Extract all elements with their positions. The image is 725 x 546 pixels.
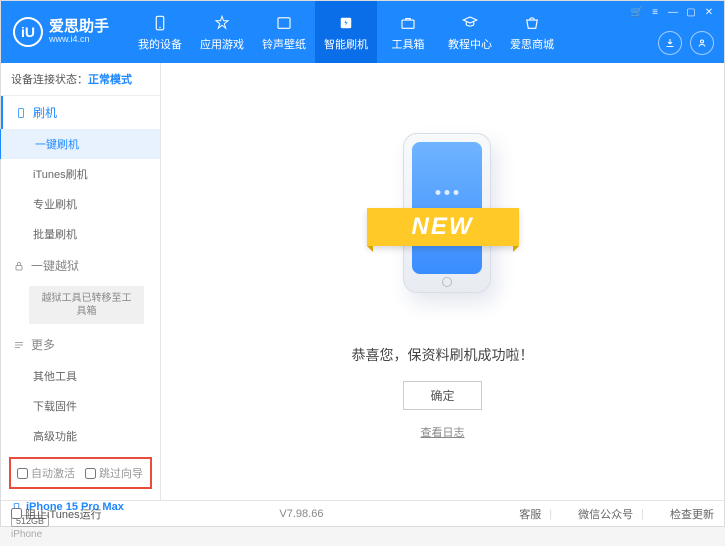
- menu-icon[interactable]: ≡: [648, 5, 662, 19]
- sidebar-item-itunes-flash[interactable]: iTunes刷机: [1, 159, 160, 189]
- window-controls: 🛒 ≡ — ▢ ✕: [630, 5, 716, 19]
- group-label: 刷机: [33, 104, 57, 121]
- activation-options: 自动激活 跳过向导: [9, 457, 152, 489]
- apps-icon: [212, 13, 232, 33]
- sidebar-item-oneclick-flash[interactable]: 一键刷机: [0, 129, 160, 159]
- status-value: 正常模式: [88, 74, 132, 86]
- sidebar-item-download-firmware[interactable]: 下载固件: [1, 391, 160, 421]
- device-icon: [150, 13, 170, 33]
- new-ribbon: NEW: [367, 208, 519, 246]
- nav-apps-games[interactable]: 应用游戏: [191, 1, 253, 63]
- nav-my-device[interactable]: 我的设备: [129, 1, 191, 63]
- sidebar: 设备连接状态：正常模式 刷机 一键刷机 iTunes刷机 专业刷机 批量刷机 一…: [1, 63, 161, 500]
- footer-wechat[interactable]: 微信公众号: [578, 506, 633, 522]
- nav-label: 工具箱: [392, 36, 425, 52]
- main-nav: 我的设备 应用游戏 铃声壁纸 智能刷机 工具箱 教程中心 爱思商城: [129, 1, 563, 63]
- phone-icon: [15, 107, 27, 119]
- group-label: 更多: [31, 336, 55, 353]
- view-log-link[interactable]: 查看日志: [421, 424, 465, 440]
- user-button[interactable]: [690, 31, 714, 55]
- nav-label: 应用游戏: [200, 36, 244, 52]
- nav-label: 教程中心: [448, 36, 492, 52]
- nav-store[interactable]: 爱思商城: [501, 1, 563, 63]
- app-logo: iU 爱思助手 www.i4.cn: [1, 17, 121, 47]
- nav-smart-flash[interactable]: 智能刷机: [315, 1, 377, 63]
- sidebar-group-jailbreak[interactable]: 一键越狱: [1, 249, 160, 282]
- phone-illustration: NEW: [373, 123, 513, 323]
- nav-label: 爱思商城: [510, 36, 554, 52]
- sidebar-item-other-tools[interactable]: 其他工具: [1, 361, 160, 391]
- store-icon: [522, 13, 542, 33]
- logo-subtitle: www.i4.cn: [49, 35, 109, 45]
- nav-label: 我的设备: [138, 36, 182, 52]
- minimize-icon[interactable]: —: [666, 5, 680, 19]
- checkbox-input[interactable]: [17, 468, 28, 479]
- footer-support[interactable]: 客服: [519, 506, 541, 522]
- checkbox-input[interactable]: [11, 508, 22, 519]
- nav-tutorials[interactable]: 教程中心: [439, 1, 501, 63]
- cb-label: 跳过向导: [99, 465, 143, 481]
- cb-skip-guide[interactable]: 跳过向导: [85, 465, 143, 481]
- status-label: 设备连接状态：: [11, 74, 88, 86]
- sidebar-item-batch-flash[interactable]: 批量刷机: [1, 219, 160, 249]
- download-button[interactable]: [658, 31, 682, 55]
- group-label: 一键越狱: [31, 257, 79, 274]
- cb-auto-activate[interactable]: 自动激活: [17, 465, 75, 481]
- wallpaper-icon: [274, 13, 294, 33]
- footer-check-update[interactable]: 检查更新: [670, 506, 714, 522]
- close-icon[interactable]: ✕: [702, 5, 716, 19]
- flash-icon: [336, 13, 356, 33]
- lock-icon: [13, 260, 25, 272]
- toolbox-icon: [398, 13, 418, 33]
- connection-status: 设备连接状态：正常模式: [1, 63, 160, 96]
- sidebar-item-advanced[interactable]: 高级功能: [1, 421, 160, 451]
- list-icon: [13, 339, 25, 351]
- sidebar-group-more[interactable]: 更多: [1, 328, 160, 361]
- app-header: 🛒 ≡ — ▢ ✕ iU 爱思助手 www.i4.cn 我的设备 应用游戏 铃声…: [1, 1, 724, 63]
- main-content: NEW 恭喜您，保资料刷机成功啦！ 确定 查看日志: [161, 63, 724, 500]
- nav-label: 智能刷机: [324, 36, 368, 52]
- nav-toolbox[interactable]: 工具箱: [377, 1, 439, 63]
- checkbox-input[interactable]: [85, 468, 96, 479]
- cb-block-itunes[interactable]: 阻止iTunes运行: [11, 506, 102, 522]
- version-label: V7.98.66: [279, 508, 323, 520]
- nav-label: 铃声壁纸: [262, 36, 306, 52]
- logo-mark-icon: iU: [13, 17, 43, 47]
- sidebar-item-pro-flash[interactable]: 专业刷机: [1, 189, 160, 219]
- logo-title: 爱思助手: [49, 19, 109, 36]
- success-message: 恭喜您，保资料刷机成功啦！: [352, 345, 534, 365]
- footer: 阻止iTunes运行 V7.98.66 客服 | 微信公众号 | 检查更新: [1, 500, 724, 526]
- nav-ringtone-wallpaper[interactable]: 铃声壁纸: [253, 1, 315, 63]
- device-type: iPhone: [11, 529, 150, 540]
- maximize-icon[interactable]: ▢: [684, 5, 698, 19]
- jailbreak-moved-note: 越狱工具已转移至工具箱: [29, 286, 144, 324]
- cb-label: 阻止iTunes运行: [25, 506, 102, 522]
- cb-label: 自动激活: [31, 465, 75, 481]
- tutorial-icon: [460, 13, 480, 33]
- sidebar-group-flash[interactable]: 刷机: [1, 96, 160, 129]
- cart-icon[interactable]: 🛒: [630, 5, 644, 19]
- ok-button[interactable]: 确定: [403, 381, 481, 410]
